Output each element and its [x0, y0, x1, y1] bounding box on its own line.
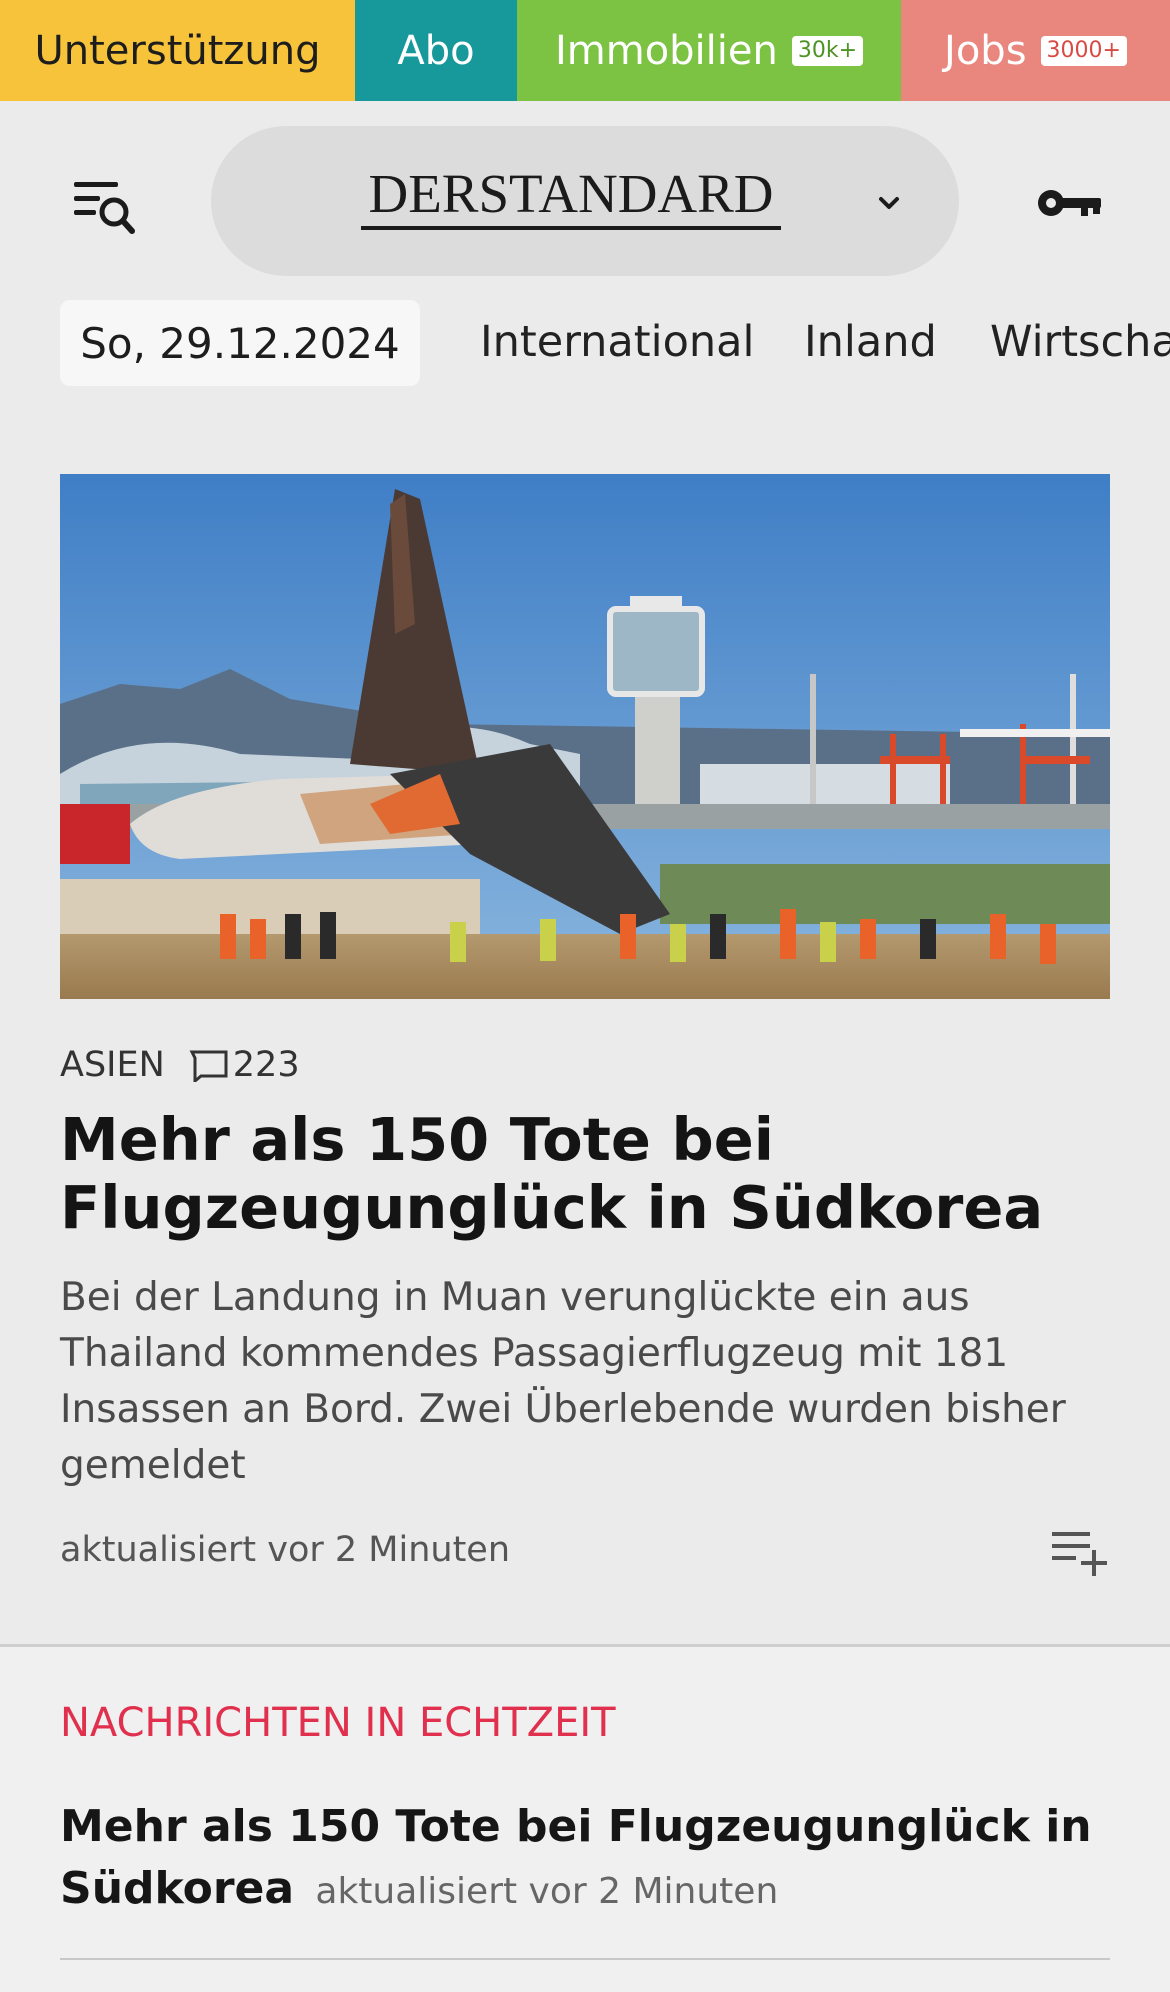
- playlist-add-icon[interactable]: [1050, 1528, 1112, 1578]
- logo-edition-selector[interactable]: DERSTANDARD: [211, 126, 959, 276]
- immobilien-label: Immobilien: [554, 27, 778, 74]
- hero-image[interactable]: [60, 474, 1110, 999]
- list-divider: [60, 1958, 1110, 1960]
- nav-item-international[interactable]: International: [480, 312, 754, 372]
- top-promo-bar: Unterstützung Abo Immobilien 30k+ Jobs 3…: [0, 0, 1170, 101]
- article-meta: ASIEN 223: [60, 1040, 300, 1090]
- key-icon[interactable]: [1035, 182, 1107, 224]
- date-chip: So, 29.12.2024: [60, 300, 420, 386]
- comment-count[interactable]: 223: [189, 1045, 300, 1085]
- nav-item-inland[interactable]: Inland: [804, 312, 937, 372]
- live-section-title: NACHRICHTEN IN ECHTZEIT: [60, 1700, 616, 1746]
- abo-label: Abo: [397, 27, 475, 74]
- jobs-link[interactable]: Jobs 3000+: [901, 0, 1170, 101]
- live-news-item[interactable]: Mehr als 150 Tote bei Flugzeugunglück in…: [60, 1796, 1120, 1923]
- support-label: Unterstützung: [34, 27, 321, 74]
- article-category[interactable]: ASIEN: [60, 1045, 165, 1085]
- nav-item-wirtschaft[interactable]: Wirtscha: [990, 312, 1170, 372]
- live-item-time: aktualisiert vor 2 Minuten: [315, 1871, 779, 1912]
- jobs-label: Jobs: [944, 27, 1027, 74]
- site-logo: DERSTANDARD: [361, 162, 781, 230]
- abo-link[interactable]: Abo: [355, 0, 517, 101]
- hero-headline[interactable]: Mehr als 150 Tote bei Flugzeugun­glück i…: [60, 1106, 1120, 1242]
- hero-teaser: Bei der Landung in Muan verunglückte ein…: [60, 1275, 1066, 1488]
- immobilien-badge: 30k+: [791, 35, 864, 66]
- menu-search-icon[interactable]: [70, 178, 140, 238]
- comment-icon: [189, 1050, 228, 1082]
- jobs-badge: 3000+: [1040, 35, 1127, 66]
- chevron-down-icon: [871, 188, 907, 218]
- hero-updated-time: aktualisiert vor 2 Minuten: [60, 1530, 511, 1570]
- support-link[interactable]: Unterstützung: [0, 0, 355, 101]
- comment-count-value: 223: [232, 1045, 300, 1085]
- immobilien-link[interactable]: Immobilien 30k+: [517, 0, 901, 101]
